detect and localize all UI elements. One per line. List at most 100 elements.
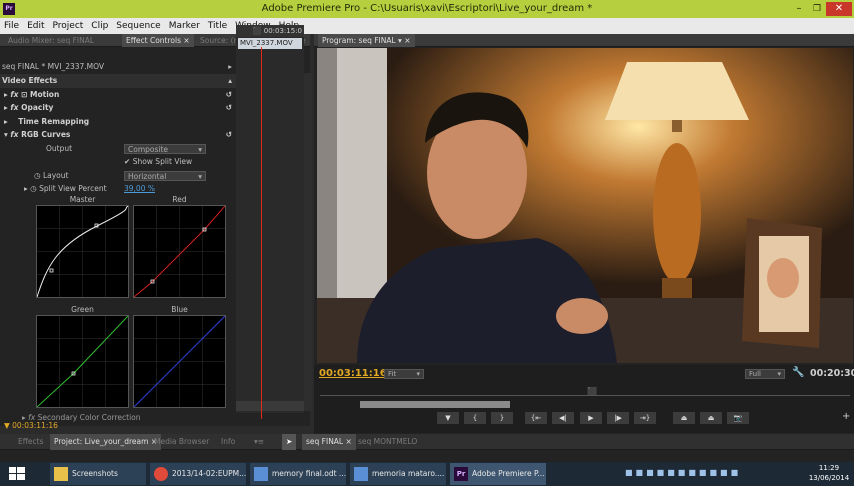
layout-label: Layout xyxy=(42,170,69,180)
reset-icon[interactable]: ↺ xyxy=(226,101,232,115)
extract-button[interactable]: ⏏ xyxy=(700,412,722,424)
effect-timeline[interactable]: ⬛ 00:03:15:0 MVI_2337.MOV xyxy=(236,25,304,413)
taskbar-chrome[interactable]: 2013/14-02:EUPM... xyxy=(150,463,246,485)
master-curve-graph[interactable] xyxy=(36,205,129,298)
system-tray-icons[interactable]: ■■■■■■■■■■■ xyxy=(625,468,795,480)
red-curve-svg xyxy=(133,205,226,298)
program-video-frame[interactable] xyxy=(317,48,853,363)
effect-motion[interactable]: ▸ fx ⊡ Motion ↺ xyxy=(0,88,236,102)
effect-time-remapping[interactable]: ▸ Time Remapping xyxy=(0,115,236,129)
effect-controls-timecode-value: 00:03:11:16 xyxy=(12,421,58,430)
minimize-button[interactable]: – xyxy=(790,2,808,16)
tab-program[interactable]: Program: seq FINAL ▾ × xyxy=(318,34,415,47)
output-dropdown[interactable]: Composite ▾ xyxy=(124,143,206,154)
mark-in-button[interactable]: { xyxy=(464,412,486,424)
clip-bar[interactable]: MVI_2337.MOV xyxy=(238,38,302,49)
quality-value: Full xyxy=(749,370,761,378)
video-effects-header: Video Effects ▴ xyxy=(0,74,236,88)
program-time-ruler[interactable] xyxy=(320,388,850,396)
program-playhead-icon[interactable]: ⬛ xyxy=(587,387,597,396)
blue-curve-svg xyxy=(133,315,226,408)
add-button-icon[interactable]: + xyxy=(842,411,850,422)
tab-seq-montmelo[interactable]: seq MONTMELO xyxy=(354,434,421,450)
collapse-icon[interactable]: ▴ xyxy=(228,74,232,88)
time-remapping-label: Time Remapping xyxy=(18,116,90,126)
effect-opacity[interactable]: ▸ fx Opacity ↺ xyxy=(0,101,236,115)
play-button[interactable]: ▶ xyxy=(580,412,602,424)
selection-tool-icon[interactable]: ➤ xyxy=(282,434,297,450)
close-icon[interactable]: × xyxy=(183,36,189,45)
sequence-clip-text: seq FINAL * MVI_2337.MOV xyxy=(2,62,105,71)
tab-effect-controls[interactable]: Effect Controls × xyxy=(122,34,194,47)
split-percent-label: Split View Percent xyxy=(39,184,107,193)
taskbar-memory-final[interactable]: memory final.odt ... xyxy=(250,463,346,485)
go-to-in-button[interactable]: {⇤ xyxy=(525,412,547,424)
video-frame-image xyxy=(317,48,853,363)
effect-rgb-curves[interactable]: ▾ fx RGB Curves ↺ xyxy=(0,128,236,142)
go-to-out-button[interactable]: ⇥} xyxy=(634,412,656,424)
tab-effects[interactable]: Effects xyxy=(14,434,48,450)
windows-start-icon[interactable] xyxy=(6,465,28,483)
effect-controls-timecode[interactable]: ▼ 00:03:11:16 xyxy=(4,421,58,430)
reset-icon[interactable]: ↺ xyxy=(226,88,232,102)
master-curve-svg xyxy=(36,205,129,298)
menu-title[interactable]: Title xyxy=(204,18,231,34)
show-split-row[interactable]: ✔ Show Split View xyxy=(0,155,236,169)
menu-clip[interactable]: Clip xyxy=(87,18,112,34)
tab-audio-mixer[interactable]: Audio Mixer: seq FINAL xyxy=(4,34,98,47)
video-effects-label: Video Effects xyxy=(2,76,58,85)
step-forward-button[interactable]: |▶ xyxy=(607,412,629,424)
menu-marker[interactable]: Marker xyxy=(165,18,204,34)
stopwatch-icon[interactable]: ◷ xyxy=(34,171,41,180)
blue-curve-graph[interactable] xyxy=(133,315,226,408)
quality-dropdown[interactable]: Full ▾ xyxy=(745,369,785,379)
play-triangle-icon[interactable]: ▸ xyxy=(228,60,232,74)
window-title: Adobe Premiere Pro - C:\Usuaris\xavi\Esc… xyxy=(261,3,593,14)
step-back-button[interactable]: ◀| xyxy=(552,412,574,424)
playhead-line[interactable] xyxy=(261,47,262,419)
wrench-icon[interactable]: 🔧 xyxy=(792,367,804,378)
export-frame-button[interactable]: 📷 xyxy=(727,412,749,424)
reset-icon[interactable]: ↺ xyxy=(226,128,232,142)
menu-edit[interactable]: Edit xyxy=(23,18,48,34)
split-percent-value[interactable]: 39,00 % xyxy=(124,182,155,196)
program-current-timecode[interactable]: 00:03:11:16 xyxy=(319,368,387,379)
maximize-button[interactable]: ❐ xyxy=(808,2,826,16)
fit-dropdown[interactable]: Fit ▾ xyxy=(384,369,424,379)
clock-date: 13/06/2014 xyxy=(808,474,850,482)
taskbar-memoria-mataro[interactable]: memoria mataro.... xyxy=(350,463,446,485)
menu-sequence[interactable]: Sequence xyxy=(112,18,164,34)
taskbar-memoria-mataro-label: memoria mataro.... xyxy=(372,469,445,478)
taskbar-premiere[interactable]: Pr Adobe Premiere P... xyxy=(450,463,546,485)
red-curve-graph[interactable] xyxy=(133,205,226,298)
layout-dropdown[interactable]: Horizontal ▾ xyxy=(124,170,206,181)
work-area-bar[interactable] xyxy=(360,401,510,408)
close-icon[interactable]: × xyxy=(404,36,410,45)
premiere-icon: Pr xyxy=(454,467,468,481)
chrome-icon xyxy=(154,467,168,481)
tab-seq-final[interactable]: seq FINAL × xyxy=(302,434,356,450)
tab-media-browser[interactable]: Media Browser xyxy=(150,434,213,450)
panel-menu-icon[interactable]: ▾≡ xyxy=(250,434,268,450)
taskbar-screenshots[interactable]: Screenshots xyxy=(50,463,146,485)
taskbar-clock[interactable]: 11:29 13/06/2014 xyxy=(805,463,853,483)
tab-info[interactable]: Info xyxy=(217,434,239,450)
motion-label: Motion xyxy=(30,89,60,99)
close-button[interactable]: ✕ xyxy=(826,2,852,16)
mark-out-button[interactable]: } xyxy=(491,412,513,424)
menu-file[interactable]: File xyxy=(0,18,23,34)
effect-controls-scrollbar[interactable] xyxy=(304,73,312,411)
program-duration: 00:20:30:1 xyxy=(810,368,854,379)
green-curve-graph[interactable] xyxy=(36,315,129,408)
tab-project[interactable]: Project: Live_your_dream × xyxy=(50,434,162,450)
curve-red-label: Red xyxy=(172,195,187,204)
checkbox-icon[interactable]: ✔ xyxy=(124,157,130,166)
sequence-clip-label: seq FINAL * MVI_2337.MOV ▸ xyxy=(2,60,234,74)
menu-bar: FileEditProjectClipSequenceMarkerTitleWi… xyxy=(0,18,854,34)
add-marker-button[interactable]: ▼ xyxy=(437,412,459,424)
lift-button[interactable]: ⏏ xyxy=(673,412,695,424)
menu-project[interactable]: Project xyxy=(49,18,88,34)
stopwatch-icon[interactable]: ◷ xyxy=(30,184,37,193)
windows-logo-svg xyxy=(9,467,25,480)
timeline-zoom-bar[interactable] xyxy=(236,401,304,411)
